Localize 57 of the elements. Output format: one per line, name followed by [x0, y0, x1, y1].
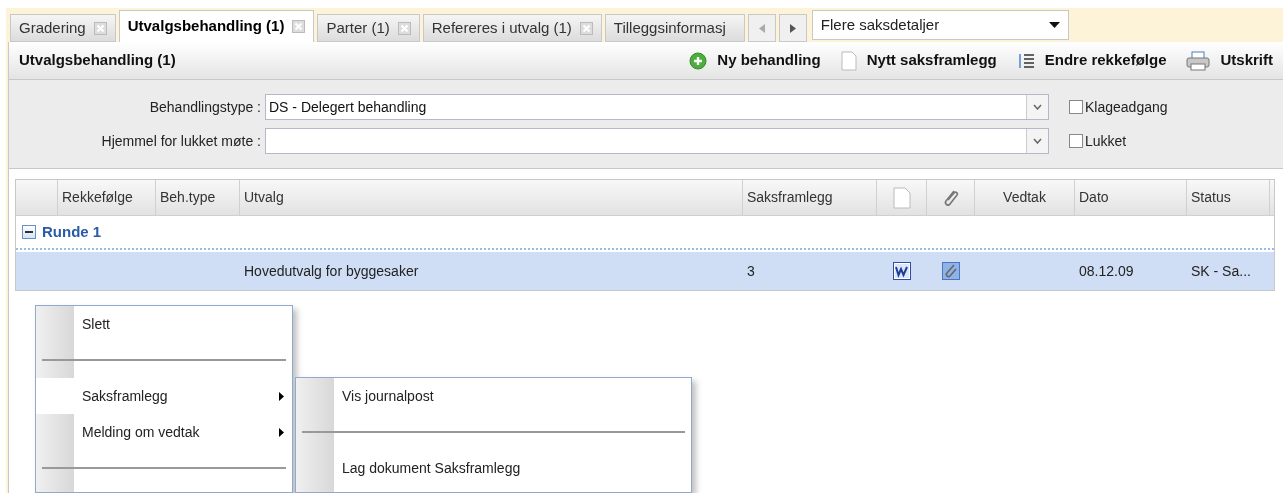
tab[interactable]: Tilleggsinformasj: [604, 14, 745, 42]
caret-icon: [1048, 22, 1060, 28]
table-cell-text: 08.12.09: [1078, 261, 1135, 281]
tab[interactable]: Refereres i utvalg (1): [422, 14, 602, 42]
column-header[interactable]: Saksframlegg: [743, 180, 877, 215]
menu-item[interactable]: Vis journalpost: [296, 378, 691, 414]
table-row[interactable]: Hovedutvalg for byggesaker 3 08.12.09 SK - Sa...: [16, 252, 1274, 290]
panel-title: Utvalgsbehandling (1): [19, 50, 176, 71]
collapse-icon[interactable]: [22, 225, 36, 239]
checkbox[interactable]: [1069, 100, 1083, 114]
printer-icon: [1186, 50, 1211, 71]
menu-item[interactable]: Lag dokument Saksframlegg: [296, 450, 691, 486]
menu-item[interactable]: Saksframlegg: [36, 378, 292, 414]
caret-icon: [1026, 95, 1048, 119]
table-cell-text: SK - Sa...: [1190, 261, 1252, 281]
document-icon: [892, 186, 911, 209]
column-header[interactable]: Rekkefølge: [58, 180, 156, 215]
toolbar-button[interactable]: Ny behandling: [689, 49, 821, 72]
scroll-right-button[interactable]: [778, 14, 807, 42]
left-arrow-icon: [758, 23, 765, 33]
column-header[interactable]: Dato: [1075, 180, 1187, 215]
tab[interactable]: Parter (1): [317, 14, 420, 42]
column-header[interactable]: Utvalg: [240, 180, 743, 215]
close-icon[interactable]: [292, 20, 306, 33]
close-icon[interactable]: [93, 21, 107, 35]
tab[interactable]: Gradering: [10, 14, 116, 42]
checkbox[interactable]: [1069, 134, 1083, 148]
plus-circle-icon: [689, 51, 708, 70]
column-header[interactable]: Beh.type: [156, 180, 240, 215]
table-cell-text: 3: [746, 261, 756, 281]
toolbar-button[interactable]: Nytt saksframlegg: [840, 49, 997, 72]
close-icon[interactable]: [579, 21, 593, 35]
word-document-icon[interactable]: [893, 262, 911, 280]
column-header[interactable]: Status: [1187, 180, 1270, 215]
submenu-arrow-icon: [279, 391, 284, 401]
caret-icon: [1026, 129, 1048, 153]
combo-field[interactable]: DS - Delegert behandling: [265, 94, 1049, 120]
menu-item[interactable]: Slett: [36, 306, 292, 342]
more-dropdown[interactable]: Flere saksdetaljer: [811, 10, 1069, 40]
right-arrow-icon: [789, 23, 796, 33]
toolbar-button[interactable]: Endre rekkefølge: [1016, 49, 1167, 72]
toolbar-button[interactable]: Utskrift: [1186, 49, 1273, 72]
close-icon[interactable]: [397, 21, 411, 35]
checkbox-label: Lukket: [1085, 131, 1127, 151]
column-header[interactable]: Vedtak: [975, 180, 1075, 215]
submenu-arrow-icon: [279, 427, 284, 437]
checkbox-label: Klageadgang: [1085, 97, 1168, 117]
combo-field[interactable]: [265, 128, 1049, 154]
table-cell-text: Hovedutvalg for byggesaker: [243, 261, 420, 281]
field-label: Behandlingstype :: [148, 97, 262, 117]
field-label: Hjemmel for lukket møte :: [100, 131, 262, 151]
list-order-icon: [1016, 52, 1035, 69]
tab[interactable]: Utvalgsbehandling (1): [118, 10, 315, 42]
group-label: Runde 1: [42, 221, 102, 242]
attachment-icon[interactable]: [942, 262, 960, 280]
document-icon: [840, 50, 857, 71]
menu-item[interactable]: Melding om vedtak: [36, 414, 292, 450]
